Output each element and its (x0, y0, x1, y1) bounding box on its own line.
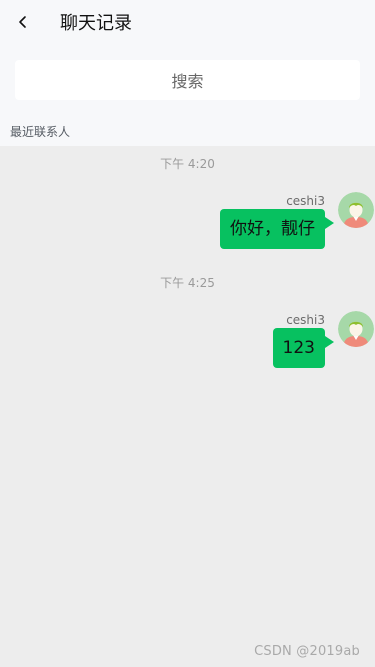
message-bubble[interactable]: 你好，靓仔 (220, 209, 325, 249)
message-bubble-tail (325, 217, 334, 229)
top-area: 聊天记录 搜索 最近联系人 (0, 0, 375, 146)
message-bubble[interactable]: 123 (272, 328, 325, 368)
page-title: 聊天记录 (60, 13, 132, 34)
chat-history-screen: 聊天记录 搜索 最近联系人 下午 4:20 ceshi3 你好，靓仔 下午 4:… (0, 0, 375, 667)
search-input[interactable]: 搜索 (15, 60, 360, 100)
section-label-recent-contacts: 最近联系人 (10, 125, 71, 139)
message-timestamp: 下午 4:20 (160, 157, 215, 171)
header-bar: 聊天记录 (0, 0, 375, 48)
message-sender-name: ceshi3 (286, 194, 325, 208)
watermark-text: CSDN @2019ab (254, 644, 360, 659)
user-avatar-icon[interactable] (338, 311, 374, 347)
message-sender-name: ceshi3 (286, 313, 325, 327)
search-label: 搜索 (171, 72, 204, 91)
back-button[interactable] (12, 12, 34, 34)
message-bubble-tail (325, 336, 334, 348)
chevron-left-icon (18, 14, 28, 33)
message-timestamp: 下午 4:25 (160, 276, 215, 290)
user-avatar-icon[interactable] (338, 192, 374, 228)
